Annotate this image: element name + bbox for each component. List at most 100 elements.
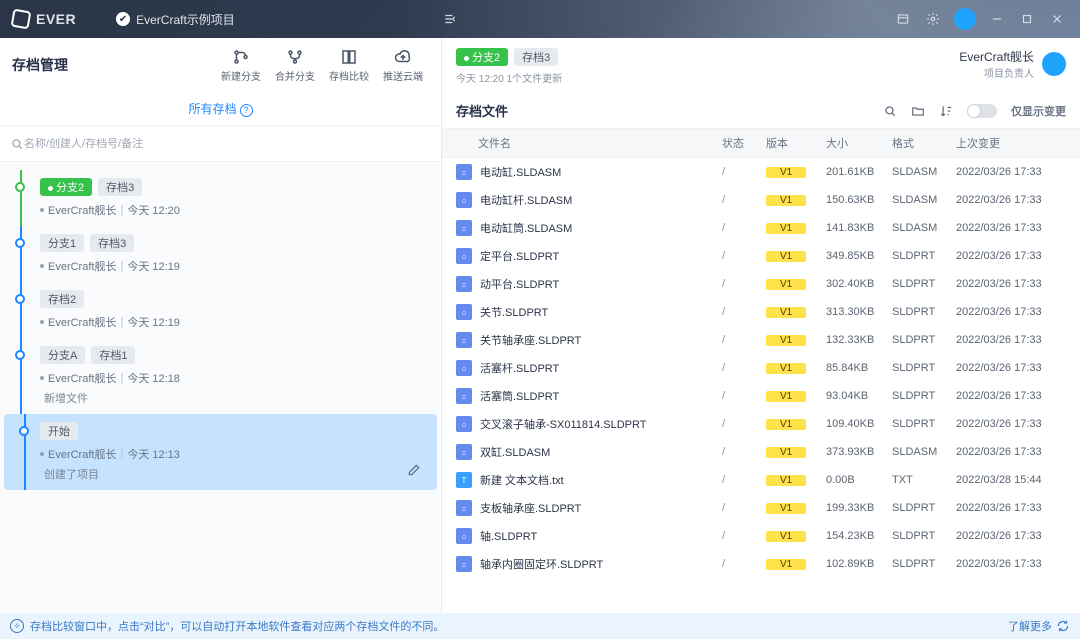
close-button[interactable] — [1042, 4, 1072, 34]
file-format: SLDASM — [892, 194, 956, 206]
settings-icon[interactable] — [918, 4, 948, 34]
check-circle-icon: ✔ — [116, 12, 130, 26]
file-format: SLDPRT — [892, 306, 956, 318]
logo-mark-icon — [11, 9, 32, 30]
file-row[interactable]: ⌂交叉滚子轴承-SX011814.SLDPRT/V1109.40KBSLDPRT… — [442, 410, 1080, 438]
file-row[interactable]: ⌂活塞杆.SLDPRT/V185.84KBSLDPRT2022/03/26 17… — [442, 354, 1080, 382]
file-version: V1 — [766, 530, 826, 542]
file-row[interactable]: ⌂电动缸杆.SLDASM/V1150.63KBSLDASM2022/03/26 … — [442, 186, 1080, 214]
col-status[interactable]: 状态 — [722, 135, 766, 151]
project-chip[interactable]: ✔ EverCraft示例项目 — [116, 11, 235, 28]
file-row[interactable]: ⌂支板轴承座.SLDPRT/V1199.33KBSLDPRT2022/03/26… — [442, 494, 1080, 522]
user-avatar-icon[interactable] — [954, 8, 976, 30]
timeline-author: EverCraft舰长 — [48, 258, 116, 274]
branch-chip: 存档2 — [40, 290, 84, 308]
file-row[interactable]: ⌂电动缸.SLDASM/V1201.61KBSLDASM2022/03/26 1… — [442, 158, 1080, 186]
file-type-icon: T — [456, 472, 472, 488]
tab-all-archives[interactable]: 所有存档? — [188, 100, 252, 117]
timeline-item[interactable]: 分支2存档3EverCraft舰长|今天 12:20 — [0, 170, 441, 226]
file-row[interactable]: ⌂活塞筒.SLDPRT/V193.04KBSLDPRT2022/03/26 17… — [442, 382, 1080, 410]
branch-chip: 分支2 — [40, 178, 92, 196]
archive-chip: 存档3 — [514, 48, 558, 66]
file-mtime: 2022/03/26 17:33 — [956, 558, 1066, 570]
file-mtime: 2022/03/26 17:33 — [956, 390, 1066, 402]
owner-name: EverCraft舰长 — [959, 48, 1034, 65]
file-type-icon: ⌂ — [456, 220, 472, 236]
file-row[interactable]: ⌂动平台.SLDPRT/V1302.40KBSLDPRT2022/03/26 1… — [442, 270, 1080, 298]
file-row[interactable]: ⌂轴.SLDPRT/V1154.23KBSLDPRT2022/03/26 17:… — [442, 522, 1080, 550]
file-status: / — [722, 446, 766, 458]
file-status: / — [722, 250, 766, 262]
file-mtime: 2022/03/26 17:33 — [956, 334, 1066, 346]
file-version: V1 — [766, 502, 826, 514]
file-name: 电动缸.SLDASM — [480, 164, 722, 180]
file-name: 关节.SLDPRT — [480, 304, 722, 320]
file-name: 活塞杆.SLDPRT — [480, 360, 722, 376]
file-status: / — [722, 278, 766, 290]
file-row[interactable]: ⌂电动缸筒.SLDASM/V1141.83KBSLDASM2022/03/26 … — [442, 214, 1080, 242]
file-name: 动平台.SLDPRT — [480, 276, 722, 292]
file-size: 85.84KB — [826, 362, 892, 374]
timeline-item[interactable]: 分支A存档1EverCraft舰长|今天 12:18新增文件 — [0, 338, 441, 414]
file-status: / — [722, 558, 766, 570]
timeline-author: EverCraft舰长 — [48, 370, 116, 386]
file-table-header: 文件名 状态 版本 大小 格式 上次变更 — [442, 128, 1080, 158]
timeline-author: EverCraft舰长 — [48, 314, 116, 330]
section-title: 存档文件 — [456, 101, 508, 120]
file-row[interactable]: ⌂定平台.SLDPRT/V1349.85KBSLDPRT2022/03/26 1… — [442, 242, 1080, 270]
file-mtime: 2022/03/26 17:33 — [956, 362, 1066, 374]
col-mtime[interactable]: 上次变更 — [956, 135, 1066, 151]
file-mtime: 2022/03/28 15:44 — [956, 474, 1066, 486]
file-version: V1 — [766, 334, 826, 346]
file-status: / — [722, 362, 766, 374]
lightbulb-icon: ✧ — [10, 619, 24, 633]
timeline-item[interactable]: 存档2EverCraft舰长|今天 12:19 — [0, 282, 441, 338]
file-size: 150.63KB — [826, 194, 892, 206]
minimize-button[interactable] — [982, 4, 1012, 34]
only-changes-toggle[interactable] — [967, 104, 997, 118]
file-format: SLDPRT — [892, 502, 956, 514]
file-format: SLDPRT — [892, 418, 956, 430]
file-row[interactable]: ⌂轴承内圈固定环.SLDPRT/V1102.89KBSLDPRT2022/03/… — [442, 550, 1080, 578]
col-format[interactable]: 格式 — [892, 135, 956, 151]
owner-avatar-icon[interactable] — [1042, 52, 1066, 76]
file-name: 定平台.SLDPRT — [480, 248, 722, 264]
file-row[interactable]: ⌂双缸.SLDASM/V1373.93KBSLDASM2022/03/26 17… — [442, 438, 1080, 466]
file-mtime: 2022/03/26 17:33 — [956, 446, 1066, 458]
new-branch-button[interactable]: 新建分支 — [215, 48, 267, 83]
learn-more-link[interactable]: 了解更多 — [1008, 618, 1070, 634]
merge-branch-button[interactable]: 合并分支 — [269, 48, 321, 83]
menu-collapse-icon[interactable] — [435, 4, 465, 34]
timeline-item[interactable]: 开始EverCraft舰长|今天 12:13创建了项目 — [4, 414, 437, 490]
file-row[interactable]: ⌂关节轴承座.SLDPRT/V1132.33KBSLDPRT2022/03/26… — [442, 326, 1080, 354]
file-version: V1 — [766, 278, 826, 290]
compare-button[interactable]: 存档比较 — [323, 48, 375, 83]
timeline-item[interactable]: 分支1存档3EverCraft舰长|今天 12:19 — [0, 226, 441, 282]
folder-icon[interactable] — [911, 104, 925, 118]
col-name[interactable]: 文件名 — [456, 135, 722, 151]
file-version: V1 — [766, 306, 826, 318]
file-type-icon: ⌂ — [456, 388, 472, 404]
search-files-icon[interactable] — [883, 104, 897, 118]
edit-icon[interactable] — [407, 463, 421, 480]
sort-icon[interactable] — [939, 104, 953, 118]
file-row[interactable]: ⌂关节.SLDPRT/V1313.30KBSLDPRT2022/03/26 17… — [442, 298, 1080, 326]
col-version[interactable]: 版本 — [766, 135, 826, 151]
help-icon[interactable]: ? — [240, 104, 253, 117]
file-size: 141.83KB — [826, 222, 892, 234]
file-name: 支板轴承座.SLDPRT — [480, 500, 722, 516]
branch-chip: 存档3 — [90, 234, 134, 252]
merge-branch-icon — [286, 48, 304, 66]
col-size[interactable]: 大小 — [826, 135, 892, 151]
file-row[interactable]: T新建 文本文档.txt/V10.00BTXT2022/03/28 15:44 — [442, 466, 1080, 494]
titlebar: EVER ✔ EverCraft示例项目 — [0, 0, 1080, 38]
archive-search-input[interactable] — [24, 138, 431, 150]
file-version: V1 — [766, 222, 826, 234]
footer-tip: ✧ 存档比较窗口中，点击“对比”，可以自动打开本地软件查看对应两个存档文件的不同… — [0, 613, 1080, 639]
window-layout-icon[interactable] — [888, 4, 918, 34]
file-name: 双缸.SLDASM — [480, 444, 722, 460]
timeline-time: 今天 12:20 — [127, 202, 180, 218]
file-format: SLDPRT — [892, 530, 956, 542]
push-cloud-button[interactable]: 推送云端 — [377, 48, 429, 83]
maximize-button[interactable] — [1012, 4, 1042, 34]
